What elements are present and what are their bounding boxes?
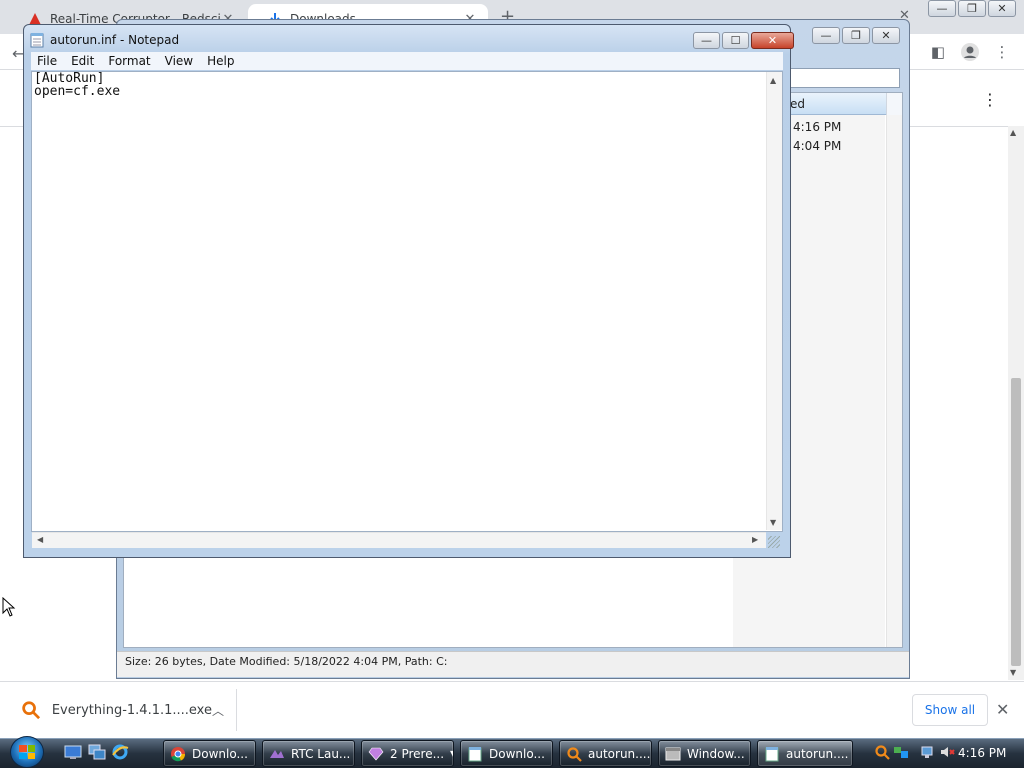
notepad-icon	[468, 746, 482, 761]
side-panel-icon[interactable]: ◧	[928, 42, 948, 62]
gem-icon	[368, 747, 384, 760]
taskbar-button-notepad-autorun[interactable]: autorun....	[757, 740, 853, 767]
maximize-icon[interactable]: ☐	[722, 32, 749, 49]
result-row-date[interactable]: 4:04 PM	[793, 139, 841, 153]
mouse-pointer-icon	[2, 597, 16, 617]
notepad-icon	[30, 33, 44, 48]
scroll-up-arrow-icon[interactable]: ▲	[770, 76, 776, 85]
chrome-window-controls: — ❐ ✕	[928, 0, 1016, 17]
notepad-window-controls: — ☐ ✕	[693, 32, 794, 49]
show-all-button[interactable]: Show all	[912, 694, 988, 726]
window-icon	[665, 747, 681, 760]
show-desktop-icon[interactable]	[64, 743, 82, 761]
notepad-menubar: File Edit Format View Help	[31, 52, 783, 70]
rtc-icon	[270, 749, 284, 758]
download-filename: Everything-1.4.1.1....exe	[51, 702, 212, 718]
scroll-left-arrow-icon[interactable]: ◀	[37, 535, 43, 544]
group-dropdown-arrow-icon: ▼	[450, 749, 453, 758]
minimize-icon[interactable]: —	[693, 32, 720, 49]
taskbar-button-prereq-group[interactable]: 2 Prere... ▼	[361, 740, 454, 767]
internet-explorer-icon[interactable]	[111, 743, 129, 761]
scroll-up-arrow-icon[interactable]: ▲	[1010, 128, 1016, 137]
minimize-icon[interactable]: —	[928, 0, 956, 17]
minimize-icon[interactable]: —	[812, 27, 840, 44]
kebab-menu-icon[interactable]: ⋮	[992, 42, 1012, 62]
chevron-up-icon[interactable]: ︿	[212, 702, 224, 719]
taskbar-label: RTC Lau...	[291, 746, 351, 761]
everything-icon	[567, 746, 582, 762]
scroll-down-arrow-icon[interactable]: ▼	[1010, 668, 1016, 677]
taskbar-label: Window...	[687, 746, 745, 761]
restore-icon[interactable]: ❐	[842, 27, 870, 44]
taskbar-button-everything-autorun[interactable]: autorun....	[559, 740, 652, 767]
windows-logo-icon	[19, 745, 35, 759]
menu-help[interactable]: Help	[201, 54, 242, 68]
menu-edit[interactable]: Edit	[65, 54, 102, 68]
taskbar-button-notepad-downloads[interactable]: Downlo...	[460, 740, 553, 767]
action-center-icon[interactable]	[893, 744, 909, 760]
close-icon[interactable]: ✕	[872, 27, 900, 44]
shelf-divider	[236, 689, 237, 731]
everything-app-icon	[22, 701, 41, 720]
page-more-menu-icon[interactable]: ⋮	[980, 90, 1000, 110]
everything-scrollbar[interactable]	[886, 115, 902, 647]
download-item[interactable]: Everything-1.4.1.1....exe ︿	[14, 689, 236, 731]
taskbar-clock[interactable]: 4:16 PM	[958, 746, 1006, 760]
taskbar-button-rtc-launcher[interactable]: RTC Lau...	[262, 740, 355, 767]
notepad-icon	[765, 746, 779, 761]
menu-file[interactable]: File	[31, 54, 65, 68]
window-title: autorun.inf - Notepad	[50, 33, 180, 47]
taskbar-label: Downlo...	[192, 746, 248, 761]
taskbar-label: autorun....	[786, 746, 849, 761]
restore-icon[interactable]: ❐	[958, 0, 986, 17]
scroll-down-arrow-icon[interactable]: ▼	[770, 518, 776, 527]
page-scrollbar-thumb[interactable]	[1011, 378, 1021, 666]
notepad-vertical-scrollbar[interactable]	[766, 72, 782, 530]
taskbar-button-window[interactable]: Window...	[658, 740, 751, 767]
menu-view[interactable]: View	[159, 54, 201, 68]
resize-grip-icon[interactable]	[768, 536, 780, 548]
column-header-date-modified[interactable]: ed	[786, 93, 886, 115]
taskbar-label: autorun....	[588, 746, 651, 761]
chrome-icon	[171, 746, 186, 761]
everything-tray-icon[interactable]	[874, 744, 890, 760]
close-icon[interactable]: ✕	[751, 32, 794, 49]
taskbar-button-chrome-downloads[interactable]: Downlo...	[163, 740, 256, 767]
switch-windows-icon[interactable]	[88, 743, 106, 761]
taskbar-label: 2 Prere...	[390, 746, 445, 761]
close-icon[interactable]: ✕	[988, 0, 1016, 17]
scroll-right-arrow-icon[interactable]: ▶	[752, 535, 758, 544]
menu-format[interactable]: Format	[102, 54, 158, 68]
everything-search-input[interactable]	[786, 68, 900, 88]
notepad-horizontal-scrollbar[interactable]	[32, 532, 766, 548]
everything-status-bar: Size: 26 bytes, Date Modified: 5/18/2022…	[117, 651, 909, 677]
notepad-content[interactable]: [AutoRun] open=cf.exe	[34, 72, 754, 98]
notepad-titlebar[interactable]: autorun.inf - Notepad	[30, 30, 680, 50]
close-shelf-icon[interactable]: ✕	[996, 700, 1009, 719]
network-icon[interactable]	[920, 744, 936, 760]
profile-avatar-icon[interactable]	[960, 42, 980, 62]
notepad-text-area[interactable]	[31, 71, 783, 532]
volume-muted-icon[interactable]	[939, 744, 955, 760]
everything-window-controls: — ❐ ✕	[812, 27, 900, 44]
result-row-date[interactable]: 4:16 PM	[793, 120, 841, 134]
taskbar-label: Downlo...	[489, 746, 545, 761]
column-header-end	[886, 93, 902, 115]
